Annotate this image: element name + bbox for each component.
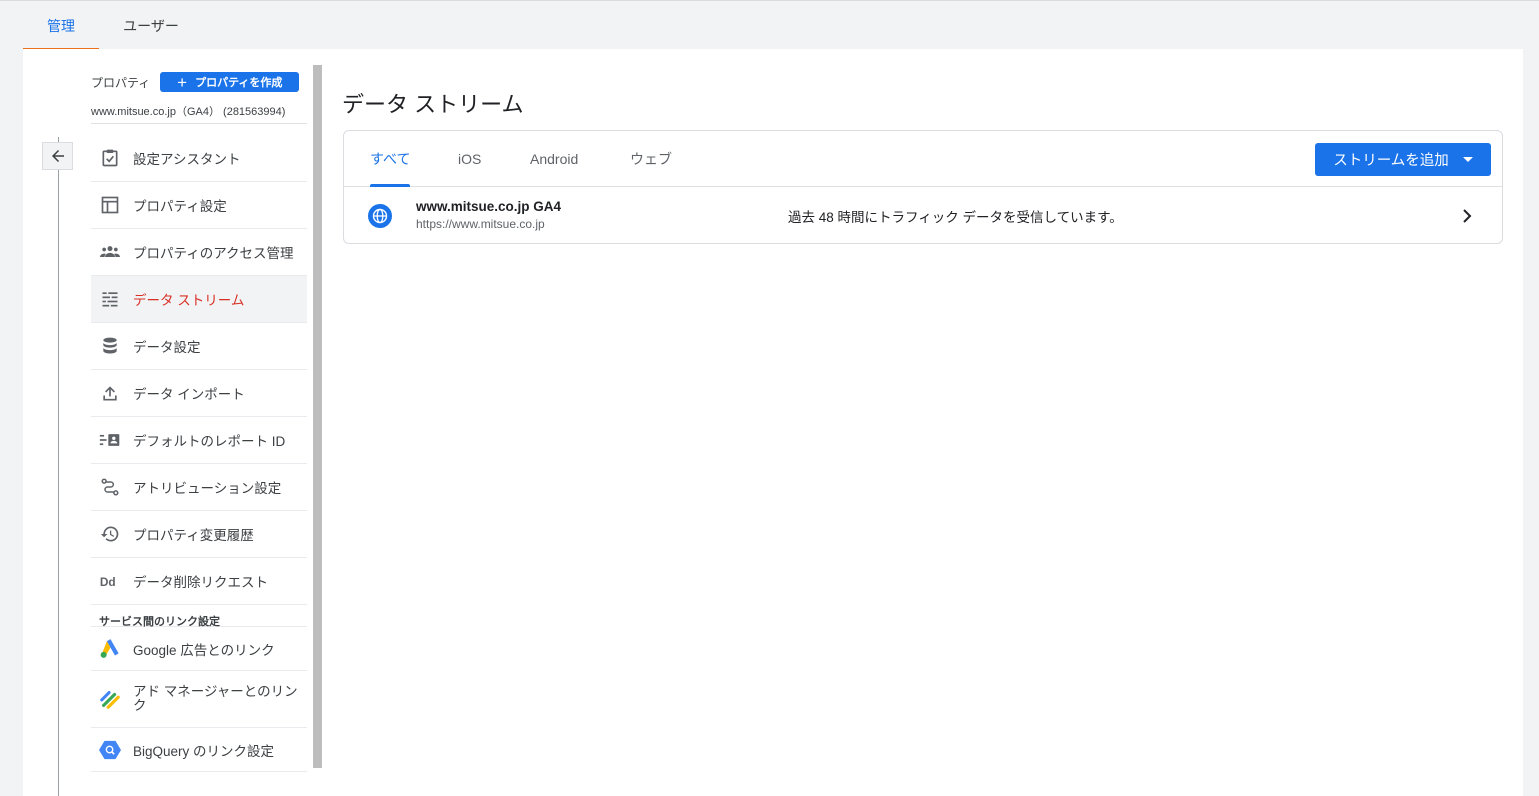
nav-item-label: プロパティのアクセス管理 (133, 246, 294, 261)
nav-item-bigquery-link[interactable]: BigQuery のリンク設定 (91, 728, 307, 772)
attribution-icon (99, 476, 121, 498)
stream-name: www.mitsue.co.jp GA4 (416, 199, 562, 214)
add-stream-button[interactable]: ストリームを追加 (1315, 143, 1491, 176)
nav-item-label: データ インポート (133, 387, 245, 402)
add-stream-label: ストリームを追加 (1333, 153, 1449, 169)
dd-icon: Dd (99, 570, 121, 592)
layout-icon (99, 194, 121, 216)
service-links-heading: サービス間のリンク設定 (91, 605, 307, 628)
nav-item-data-import[interactable]: データ インポート (91, 370, 307, 417)
history-icon (99, 523, 121, 545)
upload-icon (99, 382, 121, 404)
ad-manager-icon (99, 688, 121, 710)
admin-panel: プロパティ + プロパティを作成 www.mitsue.co.jp（GA4） (… (23, 49, 1523, 796)
nav-item-attribution-settings[interactable]: アトリビューション設定 (91, 464, 307, 511)
plus-icon: + (177, 72, 188, 92)
svg-text:Dd: Dd (100, 575, 116, 589)
report-id-icon (99, 429, 121, 451)
nav-item-label: デフォルトのレポート ID (133, 434, 286, 449)
nav-item-label: データ削除リクエスト (133, 575, 268, 590)
arrow-left-icon (51, 150, 64, 162)
nav-item-data-deletion-requests[interactable]: Dd データ削除リクエスト (91, 558, 307, 605)
tab-web[interactable]: ウェブ (630, 131, 672, 187)
caret-down-icon (1462, 157, 1473, 162)
column-divider (58, 137, 59, 796)
nav-item-label: BigQuery のリンク設定 (133, 743, 275, 759)
tab-user[interactable]: ユーザー (110, 1, 192, 50)
nav-item-data-streams[interactable]: データ ストリーム (91, 276, 307, 323)
nav-scrollbar[interactable] (313, 65, 322, 768)
nav-item-label: Google 広告とのリンク (133, 642, 275, 658)
people-icon (99, 241, 121, 263)
nav-item-google-ads-link[interactable]: Google 広告とのリンク (91, 627, 307, 671)
tab-ios[interactable]: iOS (458, 131, 481, 187)
chevron-right-icon (1463, 209, 1472, 223)
streams-card: すべて iOS Android ウェブ ストリームを追加 www.mitsue.… (343, 130, 1503, 244)
nav-item-label: データ設定 (133, 340, 201, 355)
nav-item-label: アド マネージャーとのリンク (133, 684, 298, 713)
property-label: プロパティ (91, 75, 151, 90)
nav-item-label: アトリビューション設定 (133, 481, 282, 496)
nav-item-label: データ ストリーム (133, 293, 245, 308)
nav-item-property-settings[interactable]: プロパティ設定 (91, 182, 307, 229)
nav-item-default-report-id[interactable]: デフォルトのレポート ID (91, 417, 307, 464)
streams-icon (99, 288, 121, 310)
create-property-label: プロパティを作成 (195, 77, 283, 89)
nav-item-change-history[interactable]: プロパティ変更履歴 (91, 511, 307, 558)
stream-row[interactable]: www.mitsue.co.jp GA4 https://www.mitsue.… (344, 188, 1502, 244)
nav-item-ad-manager-link[interactable]: アド マネージャーとのリンク (91, 671, 307, 728)
stream-url: https://www.mitsue.co.jp (416, 217, 545, 231)
globe-icon (368, 204, 392, 228)
tab-all[interactable]: すべて (370, 131, 411, 187)
database-icon (99, 335, 121, 357)
back-button[interactable] (42, 142, 73, 170)
stream-filter-tabs: すべて iOS Android ウェブ ストリームを追加 (344, 131, 1502, 187)
clipboard-check-icon (99, 147, 121, 169)
nav-item-label: プロパティ変更履歴 (133, 528, 254, 543)
stream-status: 過去 48 時間にトラフィック データを受信しています。 (788, 210, 1123, 225)
nav-item-setup-assistant[interactable]: 設定アシスタント (91, 135, 307, 182)
nav-item-access-management[interactable]: プロパティのアクセス管理 (91, 229, 307, 276)
nav-item-label: 設定アシスタント (133, 152, 241, 167)
create-property-button[interactable]: + プロパティを作成 (160, 72, 300, 92)
property-selector[interactable]: www.mitsue.co.jp（GA4） (281563994) (91, 103, 285, 119)
tab-android[interactable]: Android (530, 131, 578, 187)
bigquery-icon (99, 739, 121, 761)
divider (91, 123, 307, 124)
top-tab-bar: 管理 ユーザー (0, 0, 1539, 50)
nav-item-label: プロパティ設定 (133, 199, 227, 214)
google-ads-icon (99, 638, 121, 660)
nav-item-data-settings[interactable]: データ設定 (91, 323, 307, 370)
tab-admin[interactable]: 管理 (23, 1, 99, 50)
page-title: データ ストリーム (342, 92, 524, 117)
